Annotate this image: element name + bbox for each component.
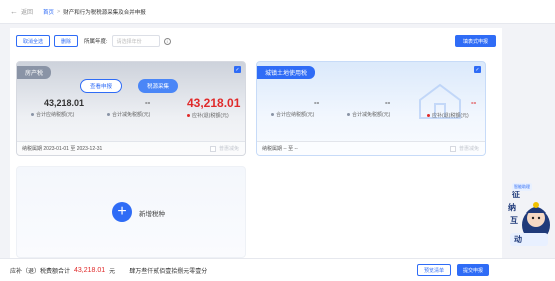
back-arrow-icon[interactable]: ← xyxy=(10,7,18,16)
tax-card-land-use: 城镇土地使用税 ✓ -- 合计应纳税额(元) -- 合计减免税额(元) -- 应… xyxy=(256,61,486,156)
mascot-char-4: 动 xyxy=(514,234,522,244)
period-year-input[interactable]: 请选择年份 xyxy=(111,35,160,47)
mascot-tag: 智能助理 xyxy=(512,183,532,191)
reduce-label: 合计减免税额(元) xyxy=(107,111,150,118)
tax-card-property: 房产税 ✓ 查看申报 税源采集 43,218.01 合计应纳税额(元) -- 合… xyxy=(16,61,246,156)
refund-value: 43,218.01 xyxy=(187,96,241,110)
refund-label: 应补(退)税额(元) xyxy=(427,112,469,119)
bullet-dot-icon xyxy=(427,114,430,118)
bottom-bar: 应补（退）税费额合计 43,218.01 元 肆万叁仟贰佰壹拾捌元零壹分 预览清… xyxy=(0,258,555,281)
total-label: 应补（退）税费额合计 xyxy=(10,268,71,275)
bullet-dot-icon xyxy=(347,113,350,117)
inclusive-reduce-checkbox[interactable]: 普惠减免 xyxy=(209,145,239,152)
checkbox-box[interactable] xyxy=(449,145,456,152)
form-declare-button[interactable]: 填表式申报 xyxy=(454,35,496,47)
bullet-dot-icon xyxy=(271,113,274,117)
breadcrumb-home[interactable]: 首页 xyxy=(43,8,54,16)
inclusive-reduce-checkbox[interactable]: 普惠减免 xyxy=(449,145,479,152)
preview-list-button[interactable]: 预览清单 xyxy=(417,264,452,276)
toolbar: 取消全选 删除 所属年度: 请选择年份 i 填表式申报 xyxy=(16,34,496,48)
info-icon[interactable]: i xyxy=(163,37,171,45)
back-link[interactable]: 返回 xyxy=(21,7,33,16)
main-panel: 取消全选 删除 所属年度: 请选择年份 i 填表式申报 房产税 ✓ 查看申报 税… xyxy=(10,28,502,258)
breadcrumb-current: 财产和行为税税源采集及合并申报 xyxy=(63,9,146,16)
tax-period-text: 纳税属期 2023-01-01 至 2023-12-31 xyxy=(22,146,103,152)
bullet-dot-icon xyxy=(187,114,190,118)
reduce-label: 合计减免税额(元) xyxy=(347,111,390,118)
bullet-dot-icon xyxy=(107,113,110,117)
reduce-value: -- xyxy=(145,98,151,107)
total-amount: 43,218.01 xyxy=(74,266,106,274)
tax-source-collect-button[interactable]: 税源采集 xyxy=(138,79,179,93)
mascot-char-3: 互 xyxy=(510,216,518,225)
total-unit: 元 xyxy=(109,268,116,275)
should-pay-label: 合计应纳税额(元) xyxy=(271,111,314,118)
total-amount-words: 肆万叁仟贰佰壹拾捌元零壹分 xyxy=(129,268,208,275)
should-pay-label: 合计应纳税额(元) xyxy=(31,111,74,118)
plus-icon[interactable]: + xyxy=(112,202,132,222)
tax-period-text: 纳税属期 -- 至 -- xyxy=(262,146,298,152)
period-label: 所属年度: xyxy=(84,39,108,45)
tax-card-checkbox[interactable]: ✓ xyxy=(234,66,241,73)
tax-card-tag: 城镇土地使用税 xyxy=(257,66,316,79)
submit-declare-button[interactable]: 提交申报 xyxy=(457,264,490,276)
add-tax-type-card[interactable]: + 新增税种 xyxy=(16,166,246,258)
cancel-all-button[interactable]: 取消全选 xyxy=(16,35,51,47)
reduce-value: -- xyxy=(385,98,391,107)
top-bar: ← 返回 首页 > 财产和行为税税源采集及合并申报 xyxy=(0,0,555,24)
checkbox-box[interactable] xyxy=(209,145,216,152)
tax-card-tag: 房产税 xyxy=(17,66,52,79)
breadcrumb-separator: > xyxy=(57,8,61,15)
mascot-char-2: 纳 xyxy=(508,202,516,212)
bullet-dot-icon xyxy=(31,113,34,117)
add-tax-type-label[interactable]: 新增税种 xyxy=(139,208,165,218)
delete-button[interactable]: 删除 xyxy=(54,35,79,47)
refund-value: -- xyxy=(471,98,477,107)
assistant-mascot-icon[interactable]: 征 纳 互 动 xyxy=(506,185,552,250)
tax-card-checkbox[interactable]: ✓ xyxy=(474,66,481,73)
view-declare-button[interactable]: 查看申报 xyxy=(80,79,123,93)
should-pay-value: -- xyxy=(314,98,320,107)
refund-label: 应补(退)税额(元) xyxy=(187,112,229,119)
should-pay-value: 43,218.01 xyxy=(44,98,85,108)
